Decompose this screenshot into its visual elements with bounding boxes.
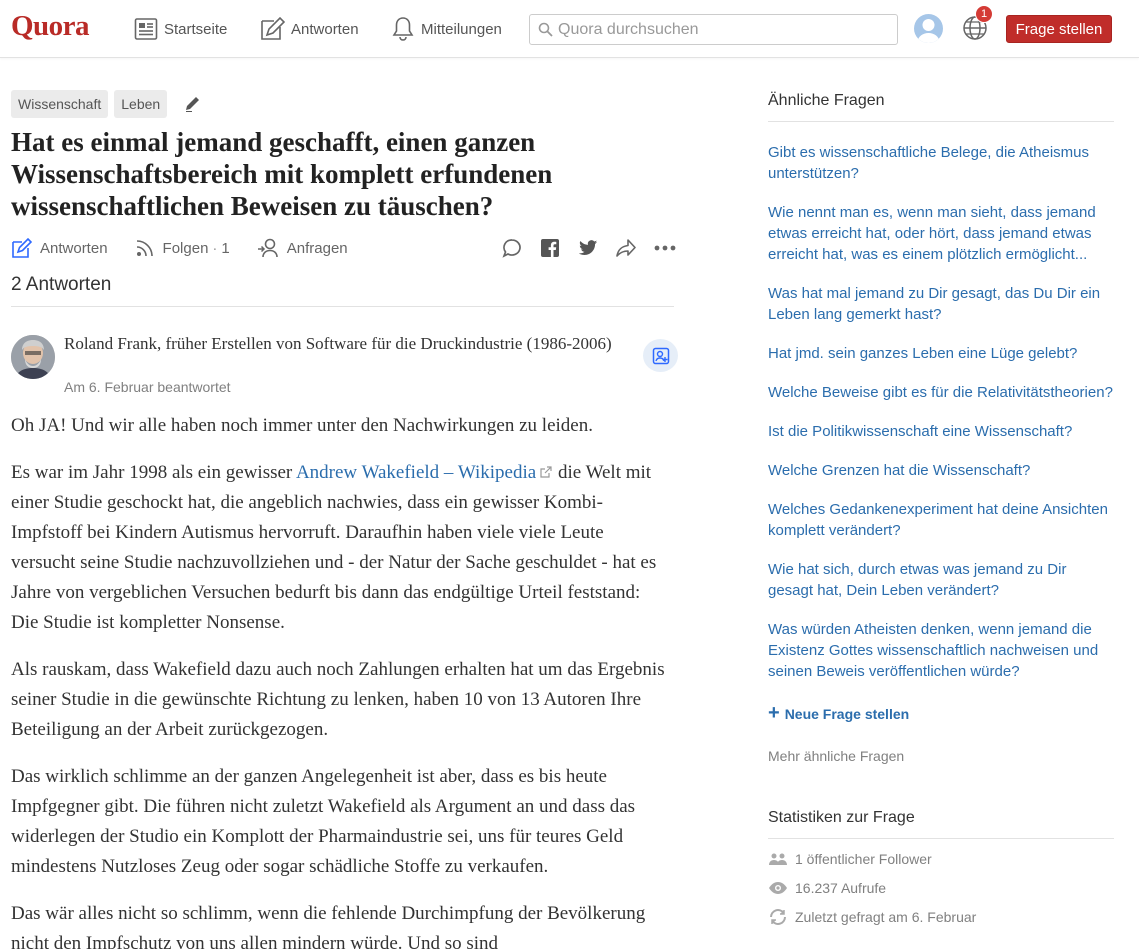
answer-button[interactable]: Antworten [11,237,108,259]
more-related-link[interactable]: Mehr ähnliche Fragen [768,748,1114,764]
twitter-icon[interactable] [577,237,599,259]
ask-question-button[interactable]: Frage stellen [1006,15,1112,43]
share-arrow-icon[interactable] [615,237,637,259]
nav-notifications-label: Mitteilungen [421,20,502,38]
follow-count: 1 [221,239,230,257]
answer-text-segment: die Welt mit einer Studie geschockt hat,… [11,462,657,633]
user-silhouette-icon [917,19,940,43]
author-name[interactable]: Roland Frank, früher Erstellen von Softw… [64,334,639,353]
home-feed-icon [134,18,158,40]
nav-answer-label: Antworten [291,20,359,38]
people-icon [769,853,787,865]
related-question-link[interactable]: Gibt es wissenschaftliche Belege, die At… [768,142,1114,184]
comment-icon[interactable] [501,237,523,259]
request-button-label: Anfragen [286,239,348,257]
stat-views-label: 16.237 Aufrufe [795,880,887,896]
author-photo-icon [11,335,55,379]
dot-separator: · [212,239,218,257]
answer-body: Oh JA! Und wir alle haben noch immer unt… [11,411,671,949]
related-question-link[interactable]: Wie nennt man es, wenn man sieht, dass j… [768,202,1114,265]
related-questions-list: Gibt es wissenschaftliche Belege, die At… [768,142,1114,682]
main-content: Wissenschaft Leben Hat es einmal jemand … [11,90,678,949]
plus-icon: + [768,702,780,724]
related-question-link[interactable]: Was würden Atheisten denken, wenn jemand… [768,619,1114,682]
nav-home[interactable]: Startseite [134,14,227,44]
user-avatar[interactable] [914,14,943,43]
related-question-link[interactable]: Was hat mal jemand zu Dir gesagt, das Du… [768,283,1114,325]
follow-button-label: Folgen [162,239,209,257]
quora-logo[interactable]: Quora [11,10,90,43]
search-icon [538,22,553,37]
answer-button-label: Antworten [40,239,108,257]
refresh-icon [770,909,786,925]
related-question-link[interactable]: Ist die Politikwissenschaft eine Wissens… [768,421,1114,442]
sidebar: Ähnliche Fragen Gibt es wissenschaftlich… [768,92,1114,926]
answer-text-segment: Es war im Jahr 1998 als ein gewisser [11,462,296,483]
stat-last-asked-label: Zuletzt gefragt am 6. Februar [795,909,977,925]
stat-views: 16.237 Aufrufe [768,879,1114,897]
search-box[interactable] [529,14,898,45]
eye-icon [769,882,787,894]
stat-followers: 1 öffentlicher Follower [768,850,1114,868]
follow-author-button[interactable] [643,339,678,372]
question-stats: 1 öffentlicher Follower 16.237 Aufrufe Z… [768,850,1114,926]
nav-answer[interactable]: Antworten [259,14,359,44]
person-request-icon [257,238,278,258]
stat-followers-label: 1 öffentlicher Follower [795,851,932,867]
external-link-icon [540,466,552,478]
answer-paragraph: Als rauskam, dass Wakefield dazu auch no… [11,659,665,740]
pencil-square-icon [12,237,32,258]
notification-badge: 1 [975,5,993,23]
related-question-link[interactable]: Welche Grenzen hat die Wissenschaft? [768,460,1114,481]
answer-author: Roland Frank, früher Erstellen von Softw… [11,334,678,401]
search-input[interactable] [558,20,888,39]
question-stats-heading: Statistiken zur Frage [768,809,1114,839]
topic-tag[interactable]: Wissenschaft [11,90,109,118]
answer-paragraph: Das wirklich schlimme an der ganzen Ange… [11,766,636,877]
more-options-icon[interactable] [653,237,677,259]
question-actions: Antworten Folgen · 1 Anfragen [11,234,677,262]
related-question-link[interactable]: Wie hat sich, durch etwas was jemand zu … [768,559,1114,601]
related-questions-heading: Ähnliche Fragen [768,92,1114,122]
nav-home-label: Startseite [164,20,228,38]
facebook-icon[interactable] [539,237,561,259]
topic-tag[interactable]: Leben [114,90,168,118]
related-question-link[interactable]: Hat jmd. sein ganzes Leben eine Lüge gel… [768,343,1114,364]
share-icons [501,234,677,262]
answer-date[interactable]: Am 6. Februar beantwortet [64,379,231,395]
answer-paragraph: Es war im Jahr 1998 als ein gewisser And… [11,458,671,638]
top-header: Quora Startseite Antworten Mitteilungen … [0,0,1139,58]
related-question-link[interactable]: Welche Beweise gibt es für die Relativit… [768,382,1114,403]
nav-notifications[interactable]: Mitteilungen [391,14,502,44]
pencil-square-icon [261,16,285,40]
new-question-button[interactable]: + Neue Frage stellen [768,702,1114,725]
rss-follow-icon [136,240,153,257]
person-add-icon [652,347,669,364]
topic-list: Wissenschaft Leben [11,90,677,118]
edit-topics-pencil-icon[interactable] [183,95,201,113]
new-question-label: Neue Frage stellen [784,705,910,722]
bell-icon [392,17,414,41]
request-button[interactable]: Anfragen [257,238,348,258]
stat-last-asked: Zuletzt gefragt am 6. Februar [768,908,1114,926]
wikipedia-link[interactable]: Andrew Wakefield – Wikipedia [296,462,536,483]
follow-button[interactable]: Folgen · 1 [135,238,230,258]
answer-paragraph: Das wär alles nicht so schlimm, wenn die… [11,903,646,949]
related-question-link[interactable]: Welches Gedankenexperiment hat deine Ans… [768,499,1114,541]
question-title: Hat es einmal jemand geschafft, einen ga… [11,127,553,221]
author-avatar[interactable] [11,335,55,379]
answer-paragraph: Oh JA! Und wir alle haben noch immer unt… [11,415,593,436]
answers-count-heading: 2 Antworten [11,274,674,307]
